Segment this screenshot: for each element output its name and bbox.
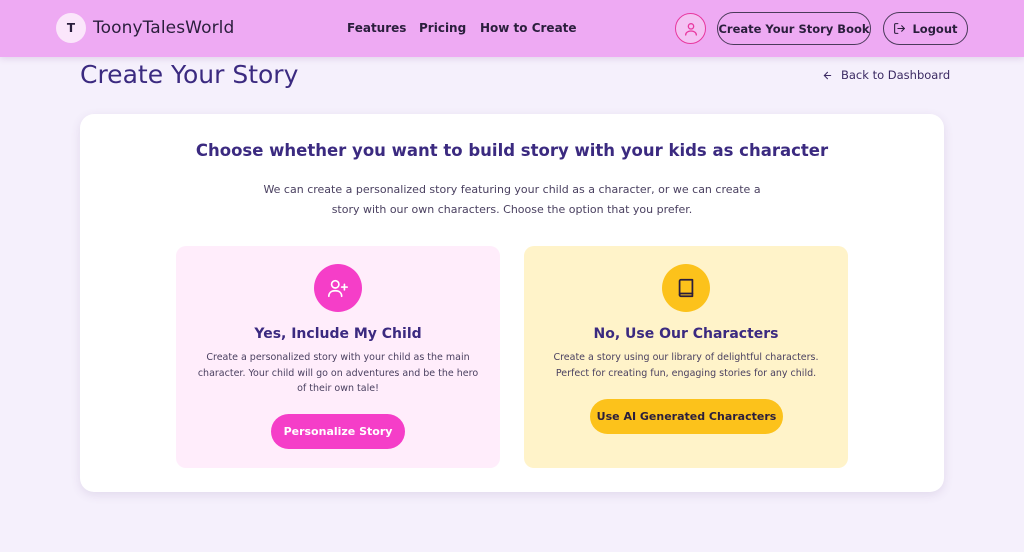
back-to-dashboard-link[interactable]: Back to Dashboard <box>822 68 950 82</box>
option-title: No, Use Our Characters <box>593 326 779 342</box>
logout-label: Logout <box>912 21 958 36</box>
personalize-story-button[interactable]: Personalize Story <box>271 414 405 449</box>
card-title: Choose whether you want to build story w… <box>195 141 829 160</box>
user-icon <box>684 22 697 36</box>
logout-icon <box>894 23 906 34</box>
book-icon <box>678 278 694 298</box>
logout-button[interactable]: Logout <box>883 12 968 45</box>
card-description: We can create a personalized story featu… <box>263 183 761 216</box>
create-story-book-button[interactable]: Create Your Story Book <box>717 12 871 45</box>
brand-name: ToonyTalesWorld <box>93 18 235 38</box>
option-use-our-characters: No, Use Our Characters Create a story us… <box>524 246 848 468</box>
arrow-left-icon <box>823 71 832 79</box>
nav-how-to-create[interactable]: How to Create <box>480 21 577 35</box>
user-plus-icon <box>328 279 348 298</box>
profile-button[interactable] <box>675 13 706 44</box>
choice-card: Choose whether you want to build story w… <box>80 114 944 492</box>
option-include-child: Yes, Include My Child Create a personali… <box>176 246 500 468</box>
nav-features[interactable]: Features <box>347 21 406 35</box>
nav-pricing[interactable]: Pricing <box>419 21 466 35</box>
option-icon-circle <box>662 264 710 312</box>
option-title: Yes, Include My Child <box>254 326 422 342</box>
top-navbar: T ToonyTalesWorld Features Pricing How t… <box>0 0 1024 57</box>
option-description: Create a personalized story with your ch… <box>197 352 479 394</box>
brand-logo[interactable]: T ToonyTalesWorld <box>56 13 234 43</box>
brand-avatar: T <box>56 13 86 43</box>
use-ai-characters-button[interactable]: Use AI Generated Characters <box>590 399 783 434</box>
option-icon-circle <box>314 264 362 312</box>
option-description: Create a story using our library of deli… <box>553 352 819 379</box>
back-label: Back to Dashboard <box>841 68 951 82</box>
page-title: Create Your Story <box>80 60 299 89</box>
